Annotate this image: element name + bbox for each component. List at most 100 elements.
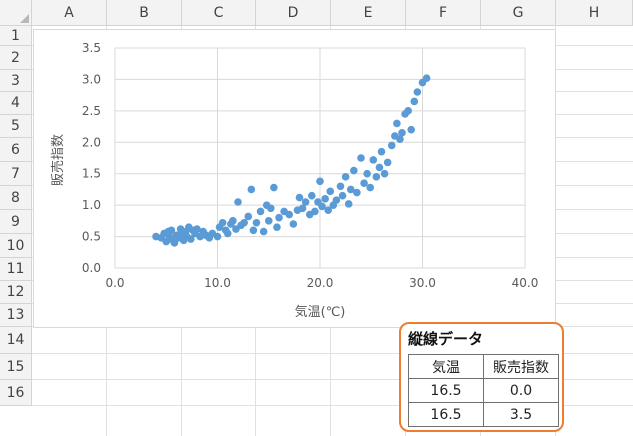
row-header-12[interactable]: 12 [0,281,32,304]
data-points [152,74,431,247]
header-cell-temperature[interactable]: 気温 [408,354,484,379]
data-point [244,212,253,221]
data-point [289,220,298,228]
cell-temperature[interactable]: 16.5 [408,402,484,427]
row-header-9[interactable]: 9 [0,210,32,234]
cell-sales-index[interactable]: 3.5 [483,402,559,427]
data-point [375,163,384,172]
row-header-1[interactable]: 1 [0,26,32,46]
row-header-10[interactable]: 10 [0,234,32,258]
data-point [404,107,412,115]
data-point [353,188,361,197]
scatter-chart[interactable]: 0.0 10.0 20.0 30.0 40.0 0.0 0.5 1.0 1.5 2.0 2.5 3.… [33,29,556,328]
data-point [341,173,350,181]
y-tick-label: 2.0 [82,135,101,149]
data-point [249,226,258,235]
column-header-a[interactable]: A [32,0,107,26]
column-header-d[interactable]: D [256,0,331,26]
data-point [357,154,365,162]
column-header-h[interactable]: H [556,0,633,26]
x-axis-ticks: 0.0 10.0 20.0 30.0 40.0 [105,276,538,290]
data-point [229,217,237,225]
data-point [256,207,265,216]
data-point [252,218,261,227]
data-point [422,74,431,82]
data-point [413,88,422,96]
data-point [311,207,319,216]
row-header-7[interactable]: 7 [0,162,32,186]
data-point [407,125,416,134]
column-header-f[interactable]: F [406,0,481,26]
row-header-2[interactable]: 2 [0,46,32,70]
data-point [398,129,406,137]
row-header-16[interactable]: 16 [0,380,32,406]
data-point [223,229,232,238]
x-tick-label: 20.0 [307,276,334,290]
data-point [344,200,353,208]
chart-canvas: 0.0 10.0 20.0 30.0 40.0 0.0 0.5 1.0 1.5 2.0 2.5 3.… [50,41,538,320]
data-point [377,147,386,156]
row-header-6[interactable]: 6 [0,138,32,162]
y-tick-label: 2.5 [82,104,101,118]
cell-temperature[interactable]: 16.5 [408,378,484,403]
data-point [247,185,256,194]
table-row: 16.5 0.0 [408,378,559,403]
x-tick-label: 40.0 [512,276,539,290]
row-header-14[interactable]: 14 [0,327,32,354]
data-table: 気温 販売指数 16.5 0.0 16.5 3.5 [408,354,559,427]
data-point [308,191,316,200]
column-header-b[interactable]: B [107,0,182,26]
data-point [363,169,371,178]
row-header-13[interactable]: 13 [0,304,32,327]
row-header-3[interactable]: 3 [0,70,32,92]
data-point [393,119,401,128]
data-point [267,204,275,213]
y-tick-label: 3.5 [82,41,101,55]
data-point [316,177,324,186]
y-tick-label: 0.5 [82,230,101,244]
data-point [366,183,375,192]
cell-sales-index[interactable]: 0.0 [483,378,559,403]
x-axis-title: 気温(℃) [295,304,346,320]
data-point [360,179,368,187]
data-point [369,156,378,164]
row-header-5[interactable]: 5 [0,115,32,138]
x-tick-label: 0.0 [105,276,124,290]
data-point [321,195,329,203]
table-row: 16.5 3.5 [408,402,559,427]
vertical-line-data-box: 縦線データ 気温 販売指数 16.5 0.0 16.5 3.5 [399,322,564,432]
data-point [218,218,227,227]
column-header-e[interactable]: E [331,0,406,26]
x-tick-label: 10.0 [204,276,231,290]
y-tick-label: 0.0 [82,261,101,275]
table-title: 縦線データ [408,330,484,348]
table-header-row: 気温 販売指数 [408,354,559,379]
y-axis-ticks: 0.0 0.5 1.0 1.5 2.0 2.5 3.0 3.5 [82,41,101,275]
row-header-15[interactable]: 15 [0,354,32,380]
data-point [350,166,358,175]
row-header-8[interactable]: 8 [0,186,32,210]
data-point [380,169,389,178]
row-header-4[interactable]: 4 [0,92,32,115]
data-point [410,97,419,106]
y-tick-label: 1.0 [82,198,101,212]
data-point [234,198,242,206]
data-point [285,210,294,219]
x-tick-label: 30.0 [409,276,436,290]
column-header-c[interactable]: C [182,0,256,26]
row-header-11[interactable]: 11 [0,258,32,281]
header-cell-sales-index[interactable]: 販売指数 [483,354,559,379]
data-point [332,196,341,204]
data-point [259,227,268,236]
data-point [338,191,347,200]
data-point [383,158,392,167]
data-point [275,213,283,222]
data-point [326,187,335,196]
y-tick-label: 1.5 [82,167,101,181]
data-point [295,193,304,202]
data-point [264,217,273,225]
data-point [270,183,278,192]
select-all-corner[interactable] [0,0,32,26]
data-point [301,198,310,206]
column-header-g[interactable]: G [481,0,556,26]
